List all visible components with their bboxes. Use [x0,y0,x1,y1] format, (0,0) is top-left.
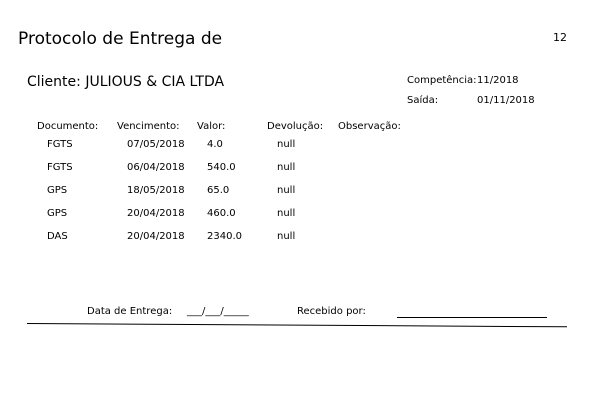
signature-line [397,317,547,318]
cell-devolucao: null [277,185,296,196]
client-label: Cliente: [27,74,81,90]
cell-valor: 460.0 [207,208,236,219]
data-entrega-label: Data de Entrega: [87,306,173,317]
cell-vencimento: 20/04/2018 [127,231,185,242]
header-devolucao: Devolução: [267,121,324,132]
cell-valor: 65.0 [207,185,230,196]
saida-value: 01/11/2018 [477,95,535,106]
page-number: 12 [553,31,567,44]
header-valor: Valor: [197,121,226,132]
cell-devolucao: null [277,231,296,242]
cell-devolucao: null [277,162,296,173]
competencia-value: 11/2018 [477,75,519,86]
cell-vencimento: 20/04/2018 [127,208,185,219]
client-line: Cliente: JULIOUS & CIA LTDA [27,74,224,90]
cell-devolucao: null [277,139,296,150]
cell-documento: FGTS [47,162,73,173]
cell-valor: 540.0 [207,162,236,173]
client-name: JULIOUS & CIA LTDA [85,74,225,90]
cell-devolucao: null [277,208,296,219]
cell-valor: 2340.0 [207,231,242,242]
cell-vencimento: 07/05/2018 [127,139,185,150]
saida-label: Saída: [407,95,439,106]
cell-documento: GPS [47,185,68,196]
bottom-rule [26,323,567,328]
cell-documento: GPS [47,208,68,219]
data-entrega-blank: ___/___/_____ [187,306,249,317]
header-documento: Documento: [37,121,99,132]
competencia-label: Competência: [407,75,477,86]
cell-valor: 4.0 [207,139,223,150]
cell-documento: FGTS [47,139,73,150]
header-vencimento: Vencimento: [117,121,180,132]
document-title: Protocolo de Entrega de [18,29,223,49]
cell-vencimento: 06/04/2018 [127,162,185,173]
recebido-por-label: Recebido por: [297,306,366,317]
cell-vencimento: 18/05/2018 [127,185,185,196]
cell-documento: DAS [47,231,68,242]
header-observacao: Observação: [338,121,401,132]
